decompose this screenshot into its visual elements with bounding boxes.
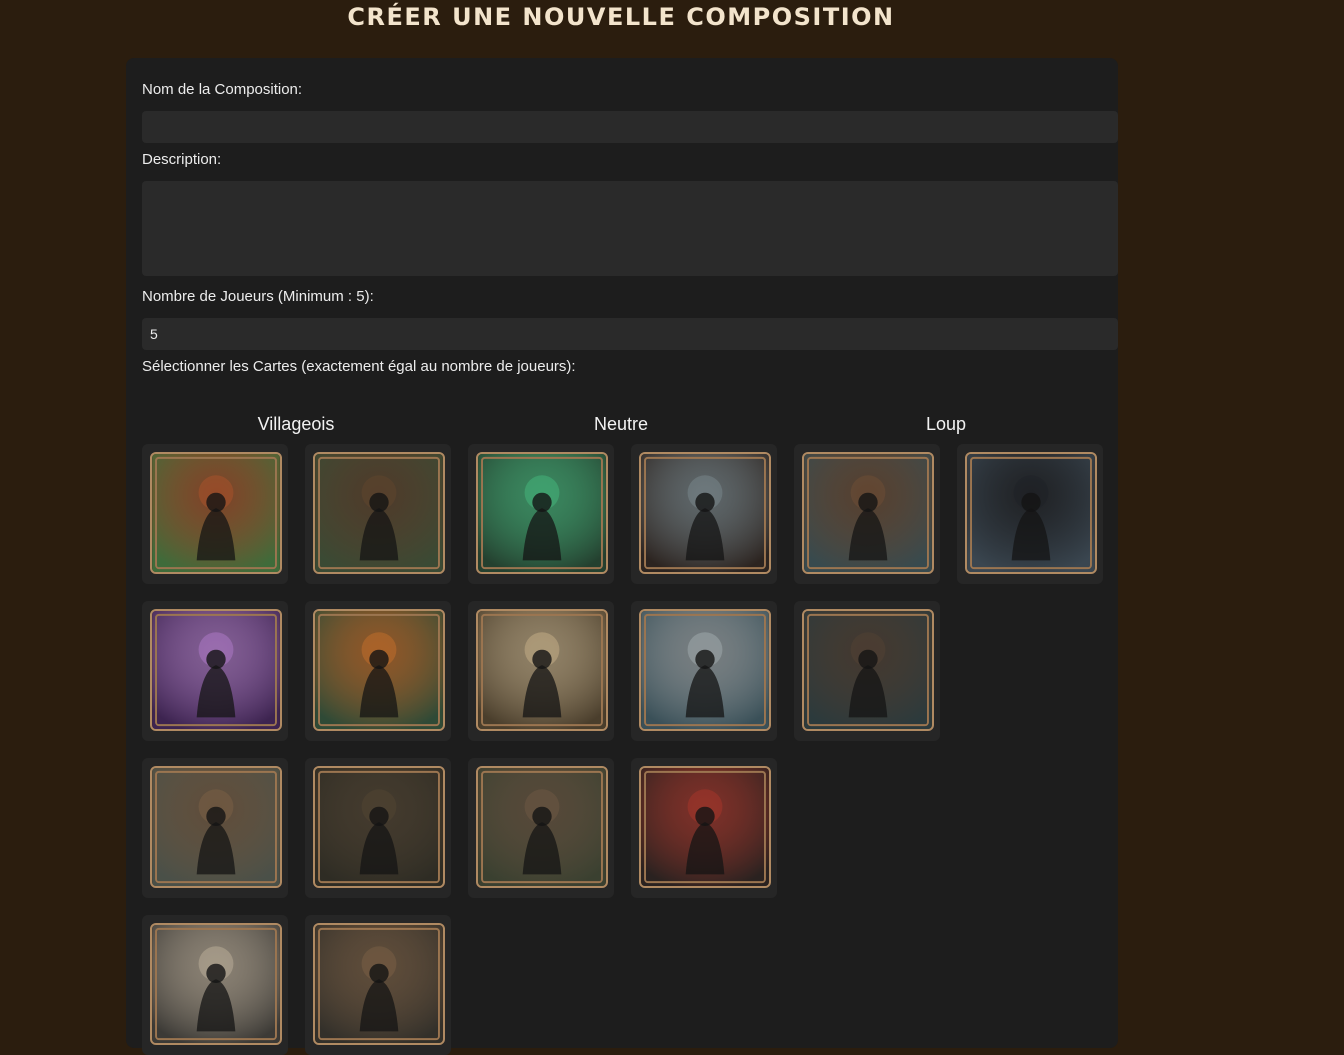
composition-name-label: Nom de la Composition: (142, 81, 303, 98)
brown-werewolf-card-icon (802, 452, 934, 574)
cupid-card-icon (150, 923, 282, 1045)
player-count-input[interactable] (142, 318, 1118, 350)
seer-crystal-ball-card-icon (150, 609, 282, 731)
moonlit-child-card-icon (639, 452, 771, 574)
role-card[interactable] (142, 601, 288, 741)
villager-pitchfork-card-icon (150, 766, 282, 888)
role-card[interactable] (468, 601, 614, 741)
wolf-dog-card-icon (476, 766, 608, 888)
role-card[interactable] (305, 444, 451, 584)
role-card[interactable] (957, 444, 1103, 584)
knight-sword-card-icon (313, 923, 445, 1045)
composition-form: Nom de la Composition: Description: Nomb… (126, 58, 1118, 1055)
black-werewolf-moon-card-icon (965, 452, 1097, 574)
werewolf-pack-card-icon (802, 609, 934, 731)
angel-card-icon (476, 609, 608, 731)
cult-leader-card-icon (639, 766, 771, 888)
role-card[interactable] (142, 444, 288, 584)
hooded-thief-card-icon (313, 766, 445, 888)
description-label: Description: (142, 151, 222, 168)
category-neutre: Neutre (593, 414, 649, 434)
category-loup: Loup (925, 414, 967, 434)
role-card[interactable] (305, 601, 451, 741)
flute-player-card-icon (476, 452, 608, 574)
white-werewolf-card-icon (639, 609, 771, 731)
role-card[interactable] (305, 915, 451, 1055)
card-selection-label: Sélectionner les Cartes (exactement égal… (142, 358, 576, 375)
category-villageois: Villageois (257, 414, 335, 434)
hunters-trio-card-icon (313, 452, 445, 574)
composition-name-input[interactable] (142, 111, 1118, 143)
fox-card-icon (150, 452, 282, 574)
role-card[interactable] (794, 444, 940, 584)
description-textarea[interactable] (142, 181, 1118, 276)
role-card[interactable] (142, 915, 288, 1055)
role-card[interactable] (468, 758, 614, 898)
page-title: CRÉER UNE NOUVELLE COMPOSITION (347, 3, 895, 31)
player-count-label: Nombre de Joueurs (Minimum : 5): (142, 288, 374, 305)
role-card[interactable] (631, 601, 777, 741)
role-card[interactable] (305, 758, 451, 898)
role-card[interactable] (794, 601, 940, 741)
role-card[interactable] (631, 758, 777, 898)
role-card[interactable] (142, 758, 288, 898)
witch-cauldron-card-icon (313, 609, 445, 731)
role-card[interactable] (631, 444, 777, 584)
role-card[interactable] (468, 444, 614, 584)
